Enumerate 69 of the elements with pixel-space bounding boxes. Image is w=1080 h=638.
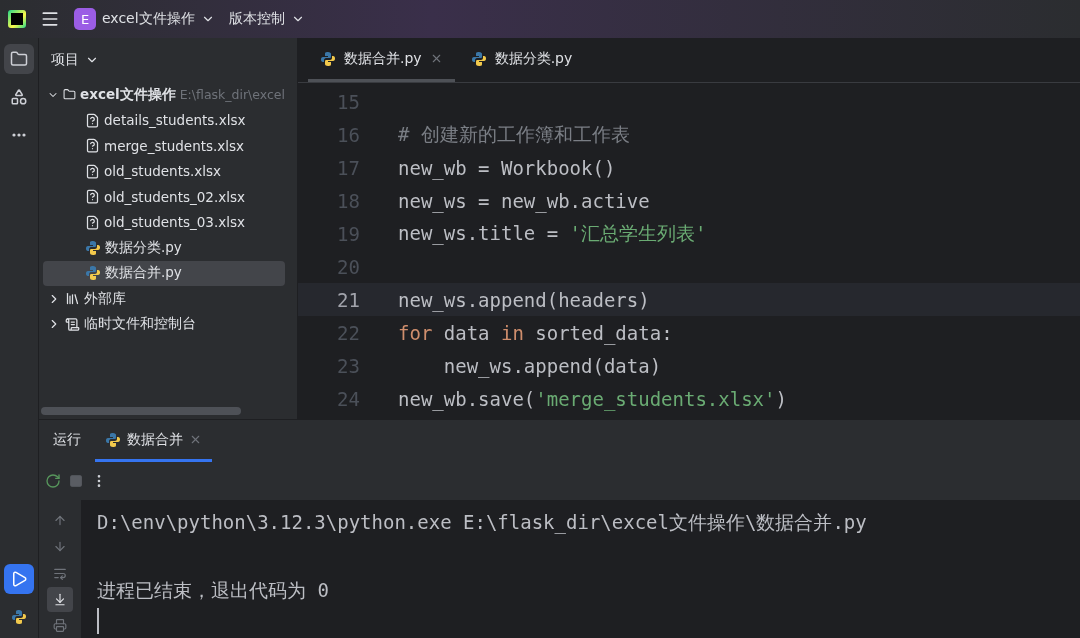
- app-logo: [8, 10, 26, 28]
- code-line: new_ws.append(headers): [398, 288, 650, 311]
- print-icon: [53, 618, 67, 634]
- close-icon[interactable]: [189, 433, 202, 446]
- tree-item-label: 临时文件和控制台: [84, 315, 196, 334]
- run-tool-button[interactable]: [4, 564, 34, 594]
- editor-tab[interactable]: 数据分类.py: [458, 38, 585, 82]
- folder-tool-button[interactable]: [4, 44, 34, 74]
- scratch-icon: [65, 316, 80, 332]
- tree-item-label: 数据分类.py: [105, 238, 182, 257]
- file-question-icon: [85, 138, 100, 154]
- play-icon: [10, 570, 28, 588]
- tree-item-label: merge_students.xlsx: [104, 137, 245, 154]
- code-line: for data in sorted_data:: [398, 321, 673, 344]
- file-question-icon: [85, 214, 100, 230]
- tree-item-label: excel文件操作: [80, 85, 176, 104]
- text-cursor: [97, 608, 99, 634]
- code-line: new_ws.append(data): [442, 354, 662, 377]
- tree-item[interactable]: 数据分类.py: [43, 235, 285, 261]
- panel-title[interactable]: 运行: [43, 420, 91, 462]
- tree-item[interactable]: old_students.xlsx: [43, 158, 285, 184]
- horizontal-scrollbar[interactable]: [41, 407, 241, 415]
- run-tab[interactable]: 数据合并: [95, 420, 212, 462]
- menu-icon[interactable]: [40, 9, 60, 29]
- console-exit-message: 进程已结束，退出代码为 0: [97, 578, 329, 603]
- more-icon: [12, 133, 26, 137]
- code-line: new_wb = Workbook(): [398, 156, 616, 179]
- structure-icon: [10, 88, 28, 106]
- tree-item-label: old_students_02.xlsx: [104, 188, 245, 205]
- library-icon: [65, 291, 80, 307]
- rerun-icon[interactable]: [45, 473, 61, 489]
- tree-item[interactable]: 外部库: [43, 286, 285, 312]
- tree-item[interactable]: merge_students.xlsx: [43, 133, 285, 159]
- file-question-icon: [85, 189, 100, 205]
- code-line: new_wb.save('merge_students.xlsx'): [398, 387, 787, 410]
- project-badge: E: [74, 8, 96, 30]
- python-icon: [85, 239, 101, 256]
- tree-item-label: old_students_03.xlsx: [104, 214, 245, 231]
- scroll-to-end-icon: [53, 591, 67, 607]
- tree-item[interactable]: details_students.xlsx: [43, 107, 285, 133]
- tree-item-label: details_students.xlsx: [104, 112, 246, 129]
- tree-item[interactable]: 临时文件和控制台: [43, 311, 285, 337]
- stop-icon[interactable]: [69, 474, 83, 488]
- python-icon: [85, 265, 101, 282]
- python-icon: [470, 50, 487, 67]
- line-number: 21: [336, 288, 361, 311]
- tree-item-label: 数据合并.py: [105, 264, 182, 283]
- file-question-icon: [85, 163, 100, 179]
- tree-item[interactable]: 数据合并.py: [43, 260, 285, 286]
- folder-path: E:\flask_dir\excel: [179, 87, 285, 103]
- code-line: new_ws.title = '汇总学生列表': [398, 220, 707, 247]
- vcs-dropdown[interactable]: 版本控制: [228, 10, 305, 28]
- code-line: new_ws = new_wb.active: [398, 189, 650, 212]
- tree-item-label: 外部库: [84, 289, 126, 308]
- python-icon: [11, 609, 27, 625]
- tree-item[interactable]: excel文件操作 E:\flask_dir\excel: [43, 82, 285, 108]
- editor-tab[interactable]: 数据合并.py: [308, 38, 455, 82]
- file-question-icon: [85, 112, 100, 128]
- console-command: D:\env\python\3.12.3\python.exe E:\flask_dir\excel文件操作\数据合并.py: [97, 510, 867, 536]
- folder-icon: [10, 49, 28, 69]
- tree-item[interactable]: old_students_03.xlsx: [43, 209, 285, 235]
- tree-item-label: old_students.xlsx: [104, 163, 222, 180]
- code-line: # 创建新的工作簿和工作表: [398, 121, 630, 147]
- project-dropdown[interactable]: E excel文件操作: [74, 8, 215, 30]
- scroll-end-button[interactable]: [47, 587, 73, 612]
- python-icon: [105, 431, 121, 448]
- python-icon: [320, 50, 336, 67]
- project-view-dropdown[interactable]: 项目: [51, 51, 99, 69]
- tree-item[interactable]: old_students_02.xlsx: [43, 184, 285, 210]
